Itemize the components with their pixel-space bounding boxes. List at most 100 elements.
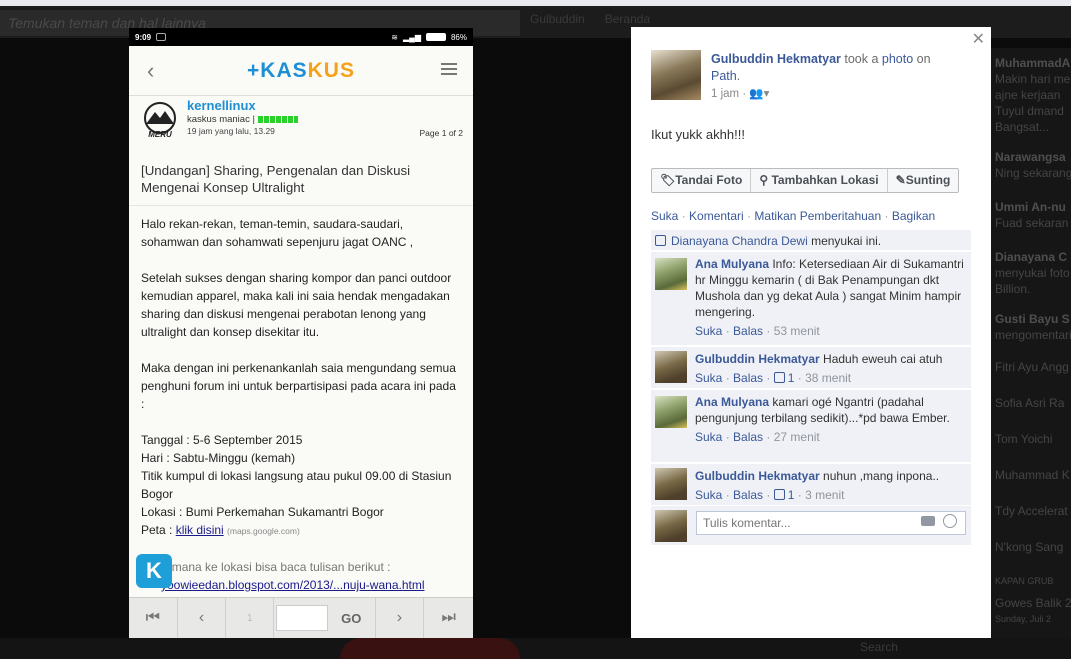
ticker-item: Sunday, Juli 2 <box>995 614 1051 624</box>
background-tab-profile[interactable]: Gulbuddin <box>530 12 585 26</box>
event-date: Tanggal : 5-6 September 2015 <box>141 433 303 447</box>
commenter-name[interactable]: Gulbuddin Hekmatyar <box>695 469 820 483</box>
like-link[interactable]: Suka <box>651 209 678 223</box>
ticker-item: Ummi An-nu <box>995 200 1066 214</box>
poster-username: kernellinux <box>187 98 256 113</box>
likes-summary: Dianayana Chandra Dewi menyukai ini. <box>651 230 971 250</box>
commenter-name[interactable]: Gulbuddin Hekmatyar <box>695 352 820 366</box>
svg-text:MERU: MERU <box>148 130 172 139</box>
event-day: Hari : Sabtu-Minggu (kemah) <box>141 451 296 465</box>
comment-like-link[interactable]: Suka <box>695 371 722 385</box>
audience-icon: 👥▾ <box>749 88 770 100</box>
story-header: Gulbuddin Hekmatyar took a photo on Path… <box>711 52 931 100</box>
ticker-item: Tdy Accelerat <box>995 504 1068 518</box>
share-link[interactable]: Bagikan <box>892 209 935 223</box>
comment-reply-link[interactable]: Balas <box>733 371 763 385</box>
photo-link[interactable]: photo <box>882 52 913 66</box>
signal-icon: ▂▄▆ <box>403 32 421 42</box>
battery-icon <box>425 33 446 41</box>
ticker-item: menyukai foto <box>995 266 1070 280</box>
phone-status-bar: 9:09 ≋ ▂▄▆ 86% <box>129 28 473 46</box>
poster-avatar[interactable] <box>651 50 701 100</box>
post-paragraph: Setelah sukses dengan sharing kompor dan… <box>141 271 452 339</box>
map-link: klik disini <box>175 523 224 537</box>
post-body: Halo rekan-rekan, teman-temin, saudara-s… <box>129 206 473 603</box>
ticker-item: Ning sekarang <box>995 166 1071 180</box>
location-pin-icon: ⚲ <box>759 173 772 187</box>
go-button: GO <box>328 597 376 638</box>
ticker-item: mengomentari <box>995 328 1071 342</box>
page-input <box>276 605 328 631</box>
first-page-icon: ⏮ <box>129 597 178 638</box>
photo-caption: Ikut yukk akhh!!! <box>651 127 745 142</box>
ticker-item: Makin hari me <box>995 72 1071 86</box>
thumbs-up-icon <box>655 235 666 246</box>
page-indicator: Page 1 of 2 <box>419 128 463 138</box>
background-chat-search[interactable]: Search <box>860 640 898 654</box>
tag-icon: 🏷 <box>660 173 676 187</box>
last-page-icon: ⏭ <box>441 609 456 626</box>
commenter-avatar[interactable] <box>655 258 687 290</box>
event-meeting-point: Titik kumpul di lokasi langsung atau puk… <box>141 469 452 501</box>
kaskus-app-bar: ‹ +KASKUS <box>129 46 473 96</box>
thread-title: [Undangan] Sharing, Pengenalan dan Disku… <box>129 150 473 206</box>
event-map: Peta : klik disini (maps.google.com) <box>141 523 300 537</box>
comment-reply-link[interactable]: Balas <box>733 430 763 444</box>
commenter-avatar[interactable] <box>655 396 687 428</box>
add-location-button[interactable]: ⚲ Tambahkan Lokasi <box>751 169 888 192</box>
prev-page-icon: ‹ <box>178 597 227 638</box>
meru-avatar-icon: MERU <box>144 102 176 139</box>
post-header: MERU kernellinux kaskus maniac | 19 jam … <box>129 96 473 150</box>
background-cover-fragment <box>340 638 520 659</box>
ticker-item: KAPAN GRUB <box>995 576 1054 586</box>
poster-name-link[interactable]: Gulbuddin Hekmatyar <box>711 52 841 66</box>
message-icon <box>156 33 167 41</box>
mute-notifications-link[interactable]: Matikan Pemberitahuan <box>754 209 881 223</box>
comment-like-link[interactable]: Suka <box>695 324 722 338</box>
comment-link[interactable]: Komentari <box>689 209 744 223</box>
close-icon[interactable]: ✕ <box>972 29 985 49</box>
tag-photo-button[interactable]: 🏷Tandai Foto <box>652 169 752 192</box>
ticker-item: Fitri Ayu Angg <box>995 360 1069 374</box>
ticker-item: Fuad sekaran <box>995 216 1069 230</box>
kaskus-logo: +KASKUS <box>247 58 355 82</box>
blog-link: yoowieedan.blogspot.com/2013/...nuju-wan… <box>161 578 425 592</box>
my-avatar <box>655 510 687 542</box>
comment-like-count[interactable]: 1 <box>788 371 795 385</box>
battery-level: 86% <box>450 32 467 42</box>
comment-item: Gulbuddin Hekmatyar nuhun ,mang inpona..… <box>651 463 971 505</box>
post-time[interactable]: 1 jam · 👥▾ <box>711 88 769 100</box>
photo-viewer-image: 9:09 ≋ ▂▄▆ 86% ‹ +KASKUS MERU kernellinu… <box>129 28 473 638</box>
comment-reply-link[interactable]: Balas <box>733 488 763 502</box>
commenter-avatar[interactable] <box>655 351 687 383</box>
pencil-icon: ✎ <box>895 173 906 187</box>
comment-like-count[interactable]: 1 <box>788 488 795 502</box>
ticker-item: Tom Yoichi <box>995 432 1053 446</box>
comment-reply-link[interactable]: Balas <box>733 324 763 338</box>
comment-like-icon <box>773 372 785 383</box>
commenter-name[interactable]: Ana Mulyana <box>695 257 769 271</box>
emoji-icon[interactable] <box>943 514 957 528</box>
write-comment-row <box>651 505 971 545</box>
story-links: Suka · Komentari · Matikan Pemberitahuan… <box>651 209 936 223</box>
camera-icon[interactable] <box>921 516 935 526</box>
ticker-item: Muhammad K <box>995 468 1070 482</box>
commenter-avatar[interactable] <box>655 468 687 500</box>
page-number: 1 <box>226 597 275 638</box>
background-tab-home[interactable]: Beranda <box>605 12 650 26</box>
event-location: Lokasi : Bumi Perkemahan Sukamantri Bogo… <box>141 505 384 519</box>
commenter-name[interactable]: Ana Mulyana <box>695 395 769 409</box>
comment-like-link[interactable]: Suka <box>695 488 722 502</box>
ticker-item: Tuyul dmand <box>995 104 1064 118</box>
post-paragraph: Halo rekan-rekan, teman-temin, saudara-s… <box>141 217 414 249</box>
ticker-item: N'kong Sang <box>995 540 1064 554</box>
ticker-item: Gusti Bayu S <box>995 312 1070 326</box>
wifi-icon: ≋ <box>391 32 398 42</box>
comment-item: Ana Mulyana kamari ogé Ngantri (padahal … <box>651 389 971 462</box>
liker-link[interactable]: Dianayana Chandra Dewi <box>671 234 808 248</box>
ticker-item: MuhammadA <box>995 56 1071 70</box>
app-link[interactable]: Path <box>711 69 737 83</box>
comment-like-link[interactable]: Suka <box>695 430 722 444</box>
edit-button[interactable]: ✎Sunting <box>888 169 959 192</box>
ticker-item: Gowes Balik 2 <box>995 596 1071 610</box>
